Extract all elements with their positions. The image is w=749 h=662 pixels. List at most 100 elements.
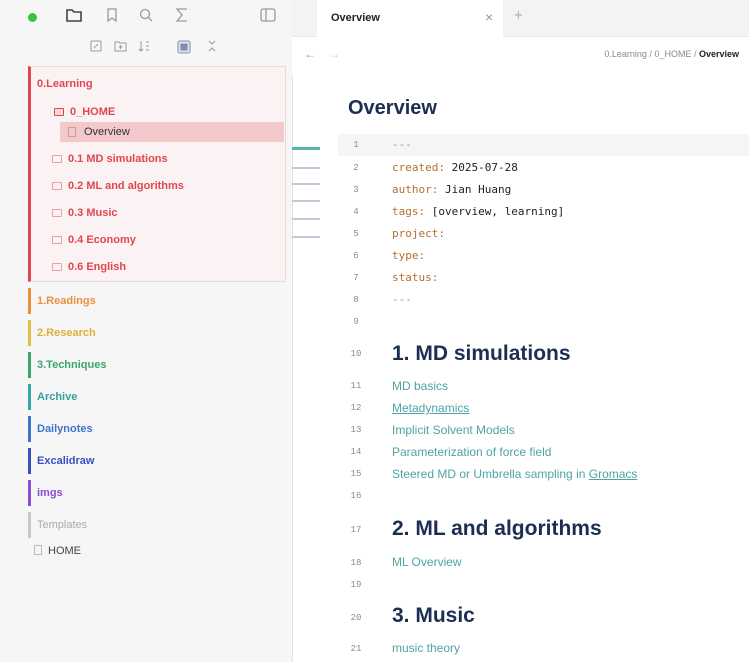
frontmatter-value: Jian Huang <box>438 183 512 196</box>
folder-techniques[interactable]: 3.Techniques <box>28 352 286 378</box>
folder-research[interactable]: 2.Research <box>28 320 286 346</box>
tab-title: Overview <box>331 12 380 24</box>
frontmatter-fence[interactable]: --- <box>392 293 412 306</box>
file-explorer-sidebar: 0.Learning 0_HOME Overview 0.1 MD simula… <box>0 0 293 662</box>
line-number: 3 <box>353 185 359 195</box>
folder-imgs[interactable]: imgs <box>28 480 286 506</box>
link-music-theory[interactable]: music theory <box>392 641 460 655</box>
close-icon[interactable]: × <box>485 9 493 25</box>
breadcrumb-item[interactable]: 0.Learning <box>604 49 647 59</box>
file-home[interactable]: HOME <box>34 545 81 557</box>
line-number: 17 <box>350 525 362 535</box>
new-tab-icon[interactable]: + <box>514 7 523 24</box>
link-steered-md[interactable]: Steered MD or Umbrella sampling in Groma… <box>392 467 637 481</box>
search-icon[interactable] <box>136 8 156 28</box>
folder-readings[interactable]: 1.Readings <box>28 288 286 314</box>
breadcrumb: 0.Learning / 0_HOME / Overview <box>604 49 739 59</box>
folder-archive[interactable]: Archive <box>28 384 286 410</box>
breadcrumb-current: Overview <box>698 49 739 59</box>
outline-marker[interactable] <box>292 200 320 202</box>
line-number: 18 <box>350 558 362 568</box>
folder-home-label: 0_HOME <box>70 106 116 118</box>
outline-marker[interactable] <box>292 183 320 185</box>
link-ml-overview[interactable]: ML Overview <box>392 555 462 569</box>
folder-label: 0.2 ML and algorithms <box>68 180 184 192</box>
folder-music[interactable]: 0.3 Music <box>52 206 118 220</box>
tab-overview[interactable]: Overview × <box>317 0 503 37</box>
heading-md-simulations[interactable]: 1. MD simulations <box>392 342 571 366</box>
frontmatter-created[interactable]: created: 2025-07-28 <box>392 161 518 174</box>
link-md-basics[interactable]: MD basics <box>392 379 448 393</box>
outline-marker[interactable] <box>292 167 320 169</box>
line-number: 14 <box>350 447 362 457</box>
line-number: 4 <box>353 207 359 217</box>
new-note-icon[interactable] <box>88 40 104 56</box>
line-number: 12 <box>350 403 362 413</box>
folder-ml-algorithms[interactable]: 0.2 ML and algorithms <box>52 179 184 193</box>
link-text-gromacs: Gromacs <box>588 467 638 481</box>
tab-bar: Overview × + <box>292 0 749 37</box>
folder-excalidraw-label: Excalidraw <box>37 455 95 467</box>
bookmark-icon[interactable] <box>102 8 122 28</box>
heading-music[interactable]: 3. Music <box>392 604 475 628</box>
link-force-field[interactable]: Parameterization of force field <box>392 445 551 459</box>
frontmatter-key: author: <box>392 183 439 196</box>
line-number: 7 <box>353 273 359 283</box>
folder-imgs-label: imgs <box>37 487 63 499</box>
breadcrumb-separator: / <box>691 49 699 59</box>
line-number: 20 <box>350 613 362 623</box>
frontmatter-project[interactable]: project: <box>392 227 445 240</box>
link-metadynamics[interactable]: Metadynamics <box>392 401 469 415</box>
folder-readings-label: 1.Readings <box>37 295 96 307</box>
sidebar-toggle-icon[interactable] <box>258 8 278 28</box>
frontmatter-status[interactable]: status: <box>392 271 438 284</box>
folder-md-simulations[interactable]: 0.1 MD simulations <box>52 152 168 166</box>
folder-icon[interactable] <box>64 8 84 28</box>
frontmatter-author[interactable]: author: Jian Huang <box>392 183 511 196</box>
outline-marker[interactable] <box>292 236 320 238</box>
folder-dailynotes[interactable]: Dailynotes <box>28 416 286 442</box>
file-icon <box>34 545 42 555</box>
folder-home[interactable]: 0_HOME <box>54 105 115 119</box>
folder-icon <box>52 182 62 190</box>
frontmatter-key: created: <box>392 161 445 174</box>
frontmatter-key: type: <box>392 249 426 262</box>
frontmatter-fence[interactable]: --- <box>392 138 412 151</box>
line-number: 1 <box>353 140 359 150</box>
expand-icon[interactable] <box>204 40 220 56</box>
line-number: 16 <box>350 491 362 501</box>
status-dot <box>28 13 37 22</box>
outline-marker[interactable] <box>292 147 320 150</box>
frontmatter-tags[interactable]: tags: [overview, learning] <box>392 205 564 218</box>
heading-ml-algorithms[interactable]: 2. ML and algorithms <box>392 517 602 541</box>
folder-english[interactable]: 0.6 English <box>52 260 126 274</box>
folder-label: 0.1 MD simulations <box>68 153 168 165</box>
back-arrow-icon[interactable]: ← <box>304 47 316 61</box>
collapse-icon[interactable] <box>176 40 192 56</box>
folder-research-label: 2.Research <box>37 327 96 339</box>
new-folder-icon[interactable] <box>112 40 128 56</box>
line-number: 21 <box>350 644 362 654</box>
folder-open-icon <box>54 108 64 116</box>
link-implicit-solvent[interactable]: Implicit Solvent Models <box>392 423 515 437</box>
forward-arrow-icon[interactable]: → <box>328 47 340 61</box>
line-number: 11 <box>350 381 362 391</box>
file-overview-selected[interactable]: Overview <box>60 122 284 142</box>
line-number: 10 <box>350 349 362 359</box>
outline-marker[interactable] <box>292 218 320 220</box>
line-number: 15 <box>350 469 362 479</box>
frontmatter-type[interactable]: type: <box>392 249 425 262</box>
folder-templates-label: Templates <box>37 519 88 531</box>
folder-archive-label: Archive <box>37 391 78 403</box>
sort-icon[interactable] <box>136 40 152 56</box>
line-number: 9 <box>353 317 359 327</box>
folder-icon <box>52 236 62 244</box>
folder-learning[interactable]: 0.Learning <box>28 66 286 282</box>
folder-icon <box>52 155 62 163</box>
breadcrumb-item[interactable]: 0_HOME <box>654 49 691 59</box>
sigma-icon[interactable] <box>172 8 192 28</box>
folder-templates[interactable]: Templates <box>28 512 286 538</box>
line-number: 19 <box>350 580 362 590</box>
folder-excalidraw[interactable]: Excalidraw <box>28 448 286 474</box>
folder-economy[interactable]: 0.4 Economy <box>52 233 136 247</box>
